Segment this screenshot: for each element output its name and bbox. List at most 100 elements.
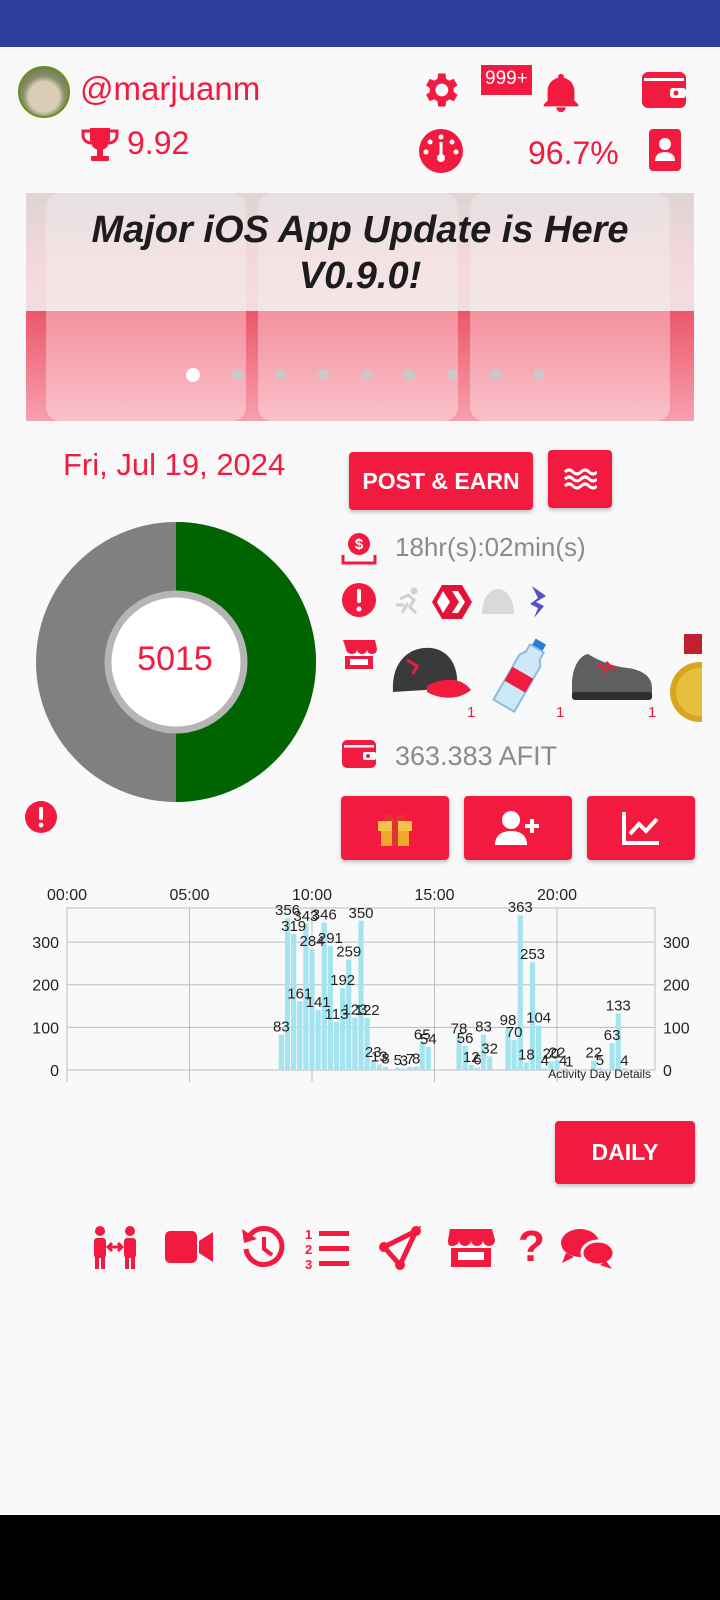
daily-button[interactable]: DAILY [555,1121,695,1184]
carousel-dot[interactable] [447,369,458,380]
alert-icon[interactable] [341,582,377,618]
waves-menu-button[interactable] [548,450,612,508]
chart-line-icon [622,812,659,845]
post-and-earn-button[interactable]: POST & EARN [349,452,533,510]
chart-data-label: 83 [475,1019,492,1036]
x-tick-label: 00:00 [47,887,87,904]
chart-data-label: 83 [273,1019,290,1036]
avatar[interactable] [18,66,70,118]
post-timer: 18hr(s):02min(s) [395,532,586,562]
chart-data-label: 54 [420,1031,437,1048]
add-friend-button[interactable] [464,796,572,860]
gift-button[interactable] [341,796,449,860]
chart-data-label: 104 [526,1010,551,1027]
store-icon[interactable] [448,1229,495,1267]
chart-data-label: 350 [348,905,373,922]
sneaker-item[interactable] [568,644,656,710]
svg-text:$: $ [355,536,364,553]
activity-chart[interactable]: 8335631916134328414134629111319225912335… [0,875,720,1095]
chart-data-label: 56 [457,1030,474,1047]
history-icon[interactable] [242,1226,285,1267]
chart-bar [609,1043,615,1070]
chart-data-label: 122 [355,1002,380,1019]
svg-text:2: 2 [305,1242,312,1257]
carousel-dot[interactable] [186,368,200,382]
chart-data-label: 253 [520,946,545,963]
y-tick-label-right: 0 [663,1063,672,1080]
carousel-dot[interactable] [533,369,544,380]
y-tick-label-left: 200 [32,978,59,995]
wallet-icon[interactable] [640,68,688,112]
stats-button[interactable] [587,796,695,860]
runner-icon [396,587,418,615]
chart-data-label: 70 [506,1024,523,1041]
money-download-icon: $ [341,533,377,565]
chart-bar [352,1017,358,1070]
afit-balance: 363.383 AFIT [395,741,558,771]
steps-count: 5015 [137,640,213,678]
carousel-dot[interactable] [361,369,372,380]
carousel-title-line1: Major iOS App Update is Here [91,209,629,251]
store-icon[interactable] [341,636,377,670]
help-icon[interactable]: ? [518,1223,545,1271]
chart-bar [487,1056,493,1070]
sneaker-count: 1 [648,704,657,721]
chart-data-label: 133 [606,997,631,1014]
x-tick-label: 10:00 [292,887,332,904]
y-tick-label-right: 100 [663,1020,690,1037]
leaderboard-icon[interactable]: 1 2 3 [305,1227,349,1272]
svg-text:3: 3 [305,1257,312,1272]
bottle-count: 1 [556,704,565,721]
chart-data-label: 363 [508,899,533,916]
chart-data-label: 8 [381,1051,389,1068]
alert-icon[interactable] [24,800,58,834]
bell-icon[interactable] [538,70,584,116]
x-tick-label: 15:00 [414,887,454,904]
chart-data-label: 32 [481,1040,498,1057]
carousel-title-line2: V0.9.0! [298,255,422,297]
chart-bar [333,1021,340,1070]
carousel-dot[interactable] [318,369,329,380]
chart-bar [511,1040,517,1070]
svg-text:?: ? [518,1223,545,1271]
carousel-dot[interactable] [490,369,501,380]
cap-item[interactable] [387,642,475,710]
bottom-toolbar: 1 2 3 ? [94,1223,616,1272]
medal-item[interactable] [666,634,702,724]
gift-icon [378,814,412,846]
cap-count: 1 [467,704,476,721]
x-tick-label: 20:00 [537,887,577,904]
video-icon[interactable] [165,1231,213,1263]
chart-data-label: 18 [518,1046,535,1063]
trophy-score: 9.92 [127,125,190,161]
carousel-dot[interactable] [404,369,415,380]
helmet-icon [482,589,514,614]
activity-date[interactable]: Fri, Jul 19, 2024 [63,447,285,483]
chart-data-label: 63 [604,1027,621,1044]
water-bottle-item[interactable] [490,634,552,714]
completion-percentage: 96.7% [528,135,619,171]
waves-icon [563,468,597,490]
username[interactable]: @marjuanm [80,70,260,108]
chat-icon[interactable] [561,1229,616,1269]
gauge-icon[interactable] [418,128,464,174]
share-icon[interactable] [379,1225,422,1270]
promo-carousel[interactable]: Major iOS App Update is Here V0.9.0! [26,193,694,421]
chart-bar [425,1046,431,1070]
carousel-dot[interactable] [232,369,243,380]
y-tick-label-left: 0 [50,1063,59,1080]
carousel-indicator[interactable] [186,368,544,382]
user-plus-icon [495,811,539,845]
chart-data-label: 8 [412,1051,420,1068]
id-badge-icon[interactable] [648,128,682,172]
trophy-icon [81,128,119,161]
status-bar [0,0,720,47]
gear-icon[interactable] [418,68,462,112]
chart-caption: Activity Day Details [548,1067,651,1081]
system-navigation-bar [0,1515,720,1600]
svg-text:1: 1 [305,1227,312,1242]
chart-data-label: 346 [312,906,337,923]
carousel-dot[interactable] [275,369,286,380]
chart-data-label: 6 [473,1051,481,1068]
friends-icon[interactable] [94,1226,136,1269]
